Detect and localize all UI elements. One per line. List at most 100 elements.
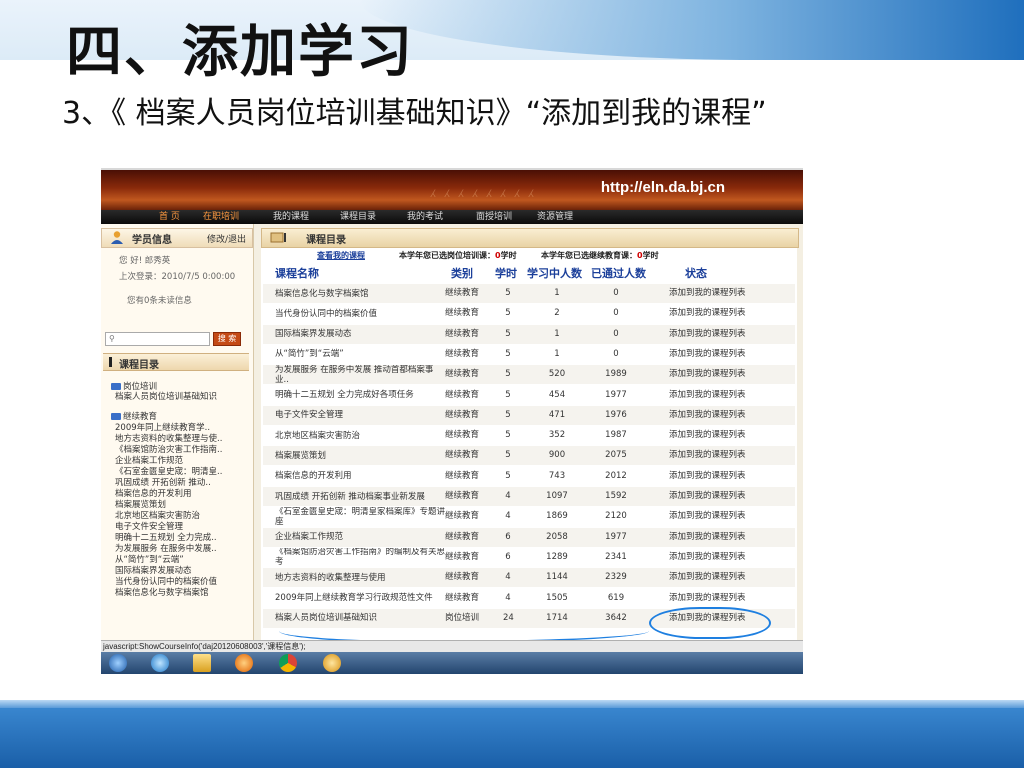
slide-footer-background xyxy=(0,700,1024,768)
site-url: http://eln.da.bj.cn xyxy=(600,179,725,196)
tree-item[interactable]: 档案人员岗位培训基础知识 xyxy=(115,390,217,402)
start-icon[interactable] xyxy=(109,654,127,672)
add-to-my-courses-link[interactable]: 添加到我的课程列表 xyxy=(669,365,746,384)
course-name-link[interactable]: 为发展服务 在服务中发展 推动首都档案事业.. xyxy=(275,365,447,384)
cell-category: 继续教育 xyxy=(445,491,480,501)
course-name-link[interactable]: 档案信息的开发利用 xyxy=(275,467,447,486)
course-name-link[interactable]: 明确十二五规划 全力完成好各项任务 xyxy=(275,386,447,405)
course-catalog-header: 课程目录 xyxy=(261,228,799,248)
catalog-header: 课程目录 xyxy=(103,353,249,371)
search-button[interactable]: 搜 索 xyxy=(213,332,241,346)
cell-learning: 900 xyxy=(548,450,566,461)
add-to-my-courses-link[interactable]: 添加到我的课程列表 xyxy=(669,406,746,425)
nav-my-courses[interactable]: 我的课程 xyxy=(273,210,309,224)
cell-learning: 1505 xyxy=(546,592,568,603)
course-catalog-title: 课程目录 xyxy=(306,235,346,246)
course-name-link[interactable]: 《石室金匮皇史宬：明清皇家档案库》专题讲座 xyxy=(275,507,447,526)
catalog-title: 课程目录 xyxy=(119,360,159,371)
cell-passed: 2341 xyxy=(605,551,627,562)
paint-icon[interactable] xyxy=(323,654,341,672)
cell-hours: 5 xyxy=(505,348,511,359)
table-row: 国际档案界发展动态 继续教育 5 1 0 添加到我的课程列表 xyxy=(263,324,795,344)
add-to-my-courses-link[interactable]: 添加到我的课程列表 xyxy=(669,345,746,364)
summary-label: 本学年您已选继续教育课： xyxy=(541,251,637,260)
course-name-link[interactable]: 企业档案工作规范 xyxy=(275,528,447,547)
cell-category: 继续教育 xyxy=(445,308,480,319)
add-to-my-courses-link[interactable]: 添加到我的课程列表 xyxy=(669,284,746,303)
table-row: 2009年同上继续教育学习行政规范性文件 继续教育 4 1505 619 添加到我的课程列… xyxy=(263,589,795,608)
add-to-my-courses-link[interactable]: 添加到我的课程列表 xyxy=(669,386,746,405)
add-to-my-courses-link[interactable]: 添加到我的课程列表 xyxy=(669,548,746,567)
cell-hours: 5 xyxy=(505,389,511,400)
cell-learning: 1714 xyxy=(546,612,568,623)
nav-home[interactable]: 首 页 xyxy=(159,210,180,224)
tree-item[interactable]: 档案信息化与数字档案馆 xyxy=(115,586,209,598)
course-name-link[interactable]: 档案人员岗位培训基础知识 xyxy=(275,609,447,628)
nav-onjob-training[interactable]: 在职培训 xyxy=(203,210,239,224)
course-name-link[interactable]: 巩固成绩 开拓创新 推动档案事业新发展 xyxy=(275,487,447,506)
add-to-my-courses-link[interactable]: 添加到我的课程列表 xyxy=(669,507,746,526)
cell-passed: 1989 xyxy=(605,369,627,380)
cell-hours: 6 xyxy=(505,551,511,562)
add-to-my-courses-link[interactable]: 添加到我的课程列表 xyxy=(669,467,746,486)
course-name-link[interactable]: 国际档案界发展动态 xyxy=(275,325,447,344)
nav-face-training[interactable]: 面授培训 xyxy=(476,210,512,224)
course-name-link[interactable]: 档案信息化与数字档案馆 xyxy=(275,284,447,303)
cell-category: 继续教育 xyxy=(445,288,480,298)
windows-taskbar xyxy=(101,652,803,674)
course-name-link[interactable]: 档案展览策划 xyxy=(275,446,447,465)
search-row: ⚲ 搜 索 xyxy=(105,332,247,346)
add-to-my-courses-link[interactable]: 添加到我的课程列表 xyxy=(669,304,746,323)
view-my-courses-link[interactable]: 查看我的课程 xyxy=(317,250,365,261)
search-input[interactable]: ⚲ xyxy=(105,332,210,346)
add-to-my-courses-link[interactable]: 添加到我的课程列表 xyxy=(669,528,746,547)
cell-learning: 1 xyxy=(554,328,560,339)
table-header: 课程名称 类别 学时 学习中人数 已通过人数 状态 xyxy=(261,264,797,280)
add-to-my-courses-link[interactable]: 添加到我的课程列表 xyxy=(669,487,746,506)
nav-my-exams[interactable]: 我的考试 xyxy=(407,210,443,224)
table-row: 《石室金匮皇史宬：明清皇家档案库》专题讲座 继续教育 4 1869 2120 添加到我的课… xyxy=(263,507,795,526)
add-to-my-courses-link[interactable]: 添加到我的课程列表 xyxy=(669,568,746,587)
cell-category: 继续教育 xyxy=(445,470,480,481)
course-name-link[interactable]: 地方志资料的收集整理与使用 xyxy=(275,568,447,587)
nav-resource-mgmt[interactable]: 资源管理 xyxy=(537,210,573,224)
course-name-link[interactable]: 2009年同上继续教育学习行政规范性文件 xyxy=(275,589,447,608)
cell-hours: 4 xyxy=(505,592,511,603)
nav-course-catalog[interactable]: 课程目录 xyxy=(340,210,376,224)
folder-icon xyxy=(111,383,121,390)
course-name-link[interactable]: 当代身份认同中的档案价值 xyxy=(275,304,447,323)
ie-icon[interactable] xyxy=(151,654,169,672)
cell-hours: 5 xyxy=(505,288,511,298)
table-row: 档案展览策划 继续教育 5 900 2075 添加到我的课程列表 xyxy=(263,446,795,466)
cell-passed: 1977 xyxy=(605,531,627,542)
add-to-my-courses-link[interactable]: 添加到我的课程列表 xyxy=(669,589,746,608)
course-name-link[interactable]: 电子文件安全管理 xyxy=(275,406,447,425)
add-to-my-courses-link[interactable]: 添加到我的课程列表 xyxy=(669,446,746,465)
summary-label: 本学年您已选岗位培训课： xyxy=(399,251,495,260)
media-player-icon[interactable] xyxy=(235,654,253,672)
folder-icon[interactable] xyxy=(193,654,211,672)
course-name-link[interactable]: 北京地区档案灾害防治 xyxy=(275,426,447,445)
unread-messages-text[interactable]: 您有0条未读信息 xyxy=(127,294,192,306)
table-row: 巩固成绩 开拓创新 推动档案事业新发展 继续教育 4 1097 1592 添加到我的课程列… xyxy=(263,487,795,506)
cell-hours: 4 xyxy=(505,572,511,583)
table-row: 电子文件安全管理 继续教育 5 471 1976 添加到我的课程列表 xyxy=(263,405,795,425)
course-name-link[interactable]: 从“简竹”到“云端” xyxy=(275,345,447,364)
folder-icon xyxy=(111,413,121,420)
cell-passed: 3642 xyxy=(605,612,627,623)
add-to-my-courses-link[interactable]: 添加到我的课程列表 xyxy=(669,426,746,445)
chrome-icon[interactable] xyxy=(279,654,297,672)
cell-hours: 5 xyxy=(505,328,511,339)
cell-hours: 5 xyxy=(505,308,511,319)
cell-category: 岗位培训 xyxy=(445,612,480,623)
slide-header-swoosh xyxy=(360,0,1024,60)
catalog-header-marker xyxy=(109,357,112,367)
user-icon xyxy=(111,231,123,244)
edit-logout-link[interactable]: 修改/退出 xyxy=(207,232,246,245)
add-to-my-courses-link[interactable]: 添加到我的课程列表 xyxy=(669,325,746,344)
table-row: 当代身份认同中的档案价值 继续教育 5 2 0 添加到我的课程列表 xyxy=(263,304,795,323)
cell-category: 继续教育 xyxy=(445,511,480,522)
course-name-link[interactable]: 《档案馆防治灾害工作指南》的编制及有关思考 xyxy=(275,548,447,567)
table-row: 企业档案工作规范 继续教育 6 2058 1977 添加到我的课程列表 xyxy=(263,527,795,547)
cell-learning: 1097 xyxy=(546,491,568,501)
